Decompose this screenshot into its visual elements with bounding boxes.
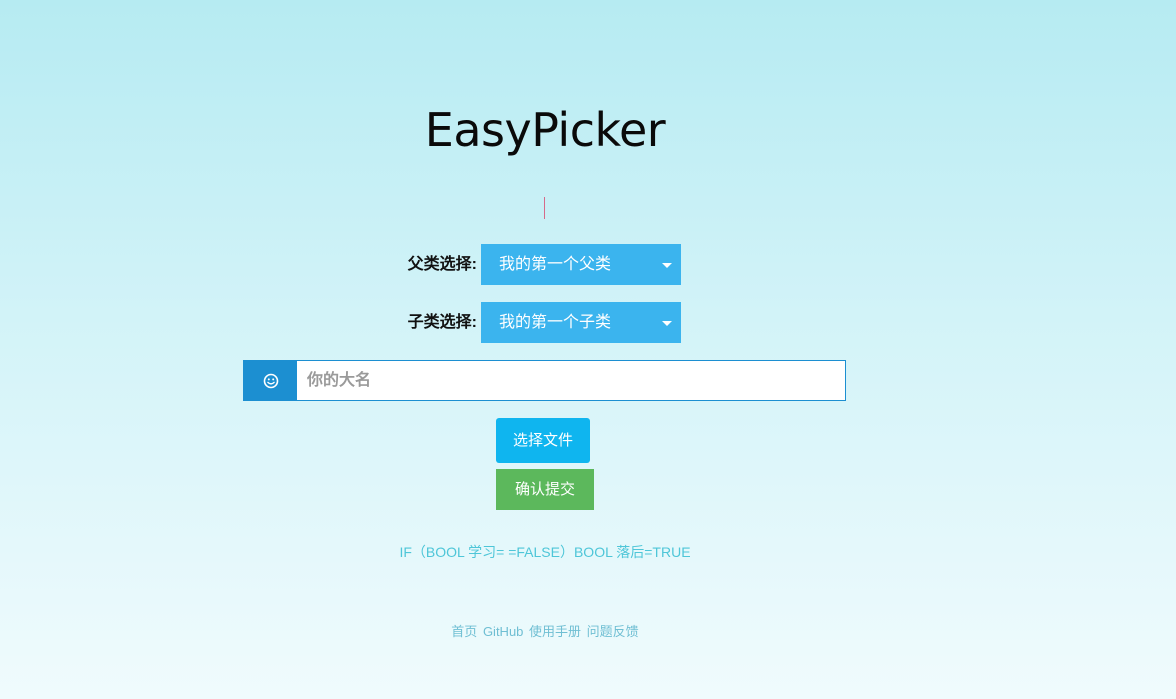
caret-down-icon (662, 321, 672, 326)
name-input-group (243, 360, 846, 401)
parent-select-label: 父类选择: (407, 256, 477, 273)
text-cursor (544, 197, 545, 219)
parent-select-value: 我的第一个父类 (499, 256, 612, 273)
parent-category-select[interactable]: 我的第一个父类 (481, 244, 681, 285)
child-select-value: 我的第一个子类 (499, 314, 612, 331)
choose-file-button[interactable]: 选择文件 (496, 418, 590, 463)
submit-button[interactable]: 确认提交 (496, 469, 594, 510)
motto-text: IF（BOOL 学习= =FALSE）BOOL 落后=TRUE (399, 544, 691, 560)
footer-link-feedback[interactable]: 问题反馈 (587, 624, 639, 639)
child-select-label: 子类选择: (407, 314, 477, 331)
footer-links: 首页 GitHub 使用手册 问题反馈 (0, 621, 1090, 640)
footer-link-manual[interactable]: 使用手册 (529, 624, 581, 639)
smile-icon (244, 361, 297, 400)
footer-link-home[interactable]: 首页 (451, 624, 477, 639)
footer-link-github[interactable]: GitHub (483, 624, 523, 639)
name-input[interactable] (297, 361, 845, 400)
page-title: EasyPicker (424, 103, 666, 157)
child-category-select[interactable]: 我的第一个子类 (481, 302, 681, 343)
caret-down-icon (662, 263, 672, 268)
